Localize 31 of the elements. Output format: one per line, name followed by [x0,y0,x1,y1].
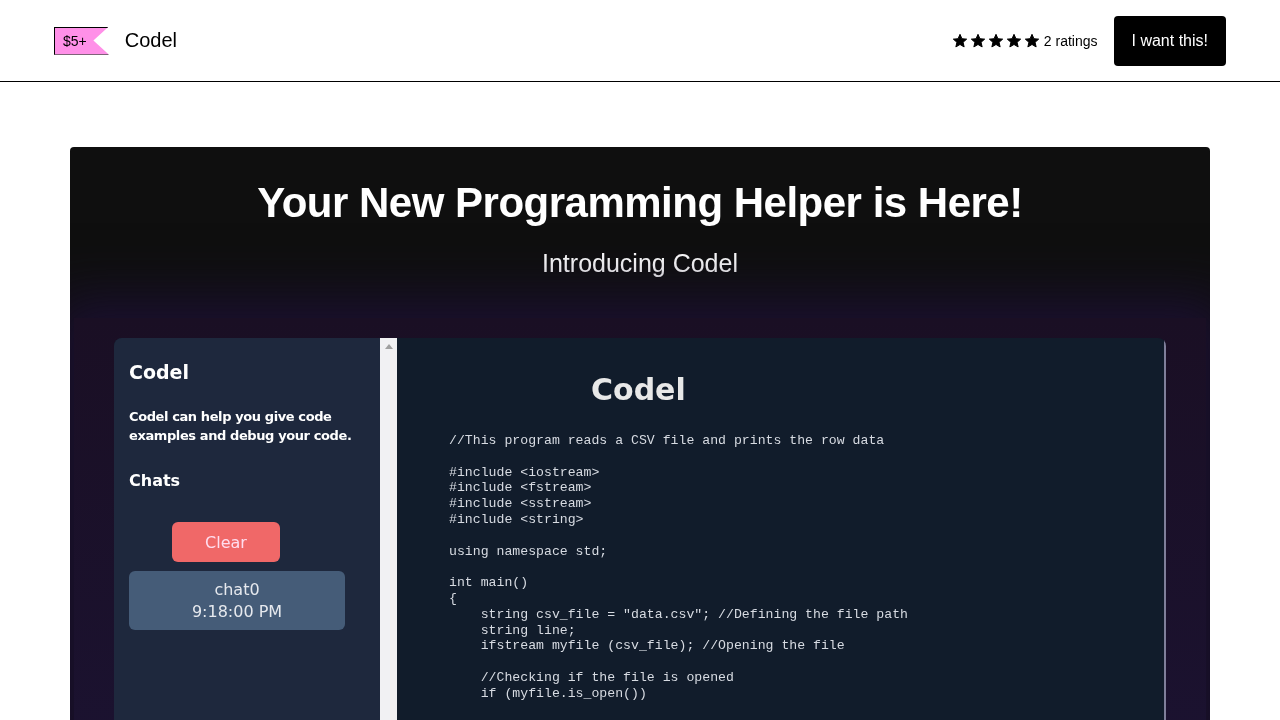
sidebar-title: Codel [129,361,190,383]
code-line: if (myfile.is_open()) [479,685,647,702]
star-icon [951,32,968,49]
subheadline: Introducing Codel [542,249,738,278]
code-line: #include <fstream> [449,480,592,497]
code-line: string csv_file = "data.csv"; //Defining the file path [479,606,908,623]
price-tag: $5+ [54,26,109,55]
scrollbar[interactable] [380,338,397,720]
ratings-count[interactable]: 2 ratings [1043,32,1098,49]
star-icon [1023,32,1040,49]
code-line: //Checking if the file is opened [479,669,734,686]
code-line: #include <iostream> [449,464,600,481]
code-line: #include <string> [449,512,584,528]
star-icon [987,32,1004,49]
code-line: using namespace std; [449,543,608,560]
chat-item[interactable]: chat0 9:18:00 PM [129,571,345,630]
code-line: { [449,590,457,607]
code-line: int main() [449,575,529,591]
sidebar-description: Codel can help you give code examples and debug your code. [129,408,353,445]
code-line: string line; [479,622,576,639]
chats-heading: Chats [129,471,182,490]
star-icon [969,32,986,49]
star-icon [1005,32,1022,49]
product-name: Codel [124,29,177,52]
scroll-up-icon[interactable] [384,344,393,349]
buy-button[interactable]: I want this! [1113,15,1226,66]
app-title: Codel [591,372,687,407]
code-line: #include <sstream> [449,496,592,512]
code-line: //This program reads a CSV file and prints the row data [449,433,885,449]
headline: Your New Programming Helper is Here! [257,179,1023,227]
code-line: ifstream myfile (csv_file); //Opening the file [479,638,845,655]
